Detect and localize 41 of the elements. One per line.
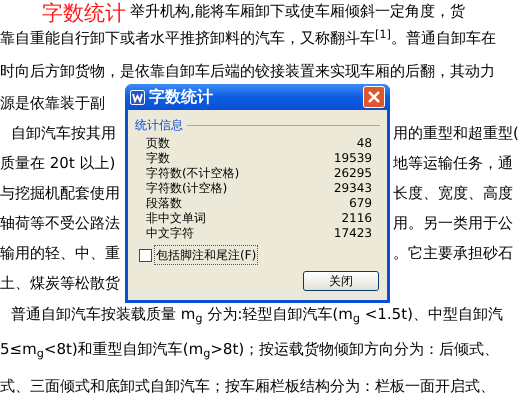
checkbox[interactable] bbox=[139, 248, 152, 262]
document-text: 土、煤炭等松散货 bbox=[0, 274, 120, 292]
document-text: 长度、宽度、高度 bbox=[393, 182, 513, 204]
stat-label: 字符数(不计空格) bbox=[146, 164, 240, 182]
stat-label: 中文字符 bbox=[146, 224, 194, 242]
stat-label: 段落数 bbox=[146, 194, 182, 212]
overlay-title: 字数统计 bbox=[42, 0, 126, 26]
stat-value: 26295 bbox=[334, 164, 372, 182]
document-text: 质量在 20t 以上) bbox=[0, 154, 116, 172]
document-text: 与挖掘机配套使用 bbox=[0, 184, 120, 202]
stat-value: 19539 bbox=[334, 150, 372, 166]
document-text: 地等运输任务，通 bbox=[393, 152, 513, 174]
close-button[interactable] bbox=[363, 86, 385, 108]
close-dialog-button[interactable]: 关闭 bbox=[303, 271, 379, 291]
stat-value: 2116 bbox=[341, 210, 372, 226]
document-text: 自卸汽车按其用 bbox=[11, 124, 116, 142]
stat-label: 非中文单词 bbox=[146, 210, 206, 226]
close-icon bbox=[368, 91, 380, 103]
stat-value: 679 bbox=[349, 194, 372, 212]
document-text: 输用的轻、中、重 bbox=[0, 244, 120, 262]
document-text: 。它主要承担砂石 bbox=[393, 242, 513, 264]
document-text: 轴荷等不受公路法 bbox=[0, 214, 120, 232]
document-text: 用。另一类用于公 bbox=[393, 212, 513, 234]
stat-label: 字符数(计空格) bbox=[146, 180, 228, 196]
document-text: 时向后方卸货物，是依靠自卸车后端的铰接装置来实现车厢的后翻，其动力 bbox=[0, 62, 495, 80]
document-text: 举升机构,能将车厢卸下或使车厢倾斜一定角度，货 bbox=[130, 2, 465, 20]
document-text: 5≤m$_{g}$<8t)和重型自卸汽车(m$_{g}$>8t)；按运载货物倾卸方向分为：后倾式、 bbox=[0, 340, 500, 358]
stat-value: 48 bbox=[356, 134, 372, 152]
document-text: 式、三面倾式和底卸式自卸汽车；按车厢栏板结构分为：栏板一面开启式、 bbox=[0, 377, 495, 396]
stat-label: 字数 bbox=[146, 150, 170, 166]
document-text: 靠自重能自行卸下或者水平推挤卸料的汽车，又称翻斗车$^{[1]}$。普通自卸车在 bbox=[0, 29, 496, 48]
stat-value: 17423 bbox=[334, 224, 372, 242]
group-label: 统计信息 bbox=[135, 117, 183, 134]
window-title: 字数统计 bbox=[149, 86, 214, 108]
document-text: 普通自卸汽车按装载质量 m$_{g}$ 分为:轻型自卸汽车(m$_{g}$ <1.5t)、中型自卸汽 bbox=[11, 305, 503, 324]
stat-value: 29343 bbox=[334, 180, 372, 196]
document-text: 源是依靠装于副 bbox=[0, 94, 105, 112]
checkbox-label: 包括脚注和尾注(F) bbox=[154, 245, 258, 265]
stat-label: 页数 bbox=[146, 134, 170, 152]
document-text: 用的重型和超重型( bbox=[393, 122, 519, 144]
app-icon bbox=[130, 90, 145, 104]
